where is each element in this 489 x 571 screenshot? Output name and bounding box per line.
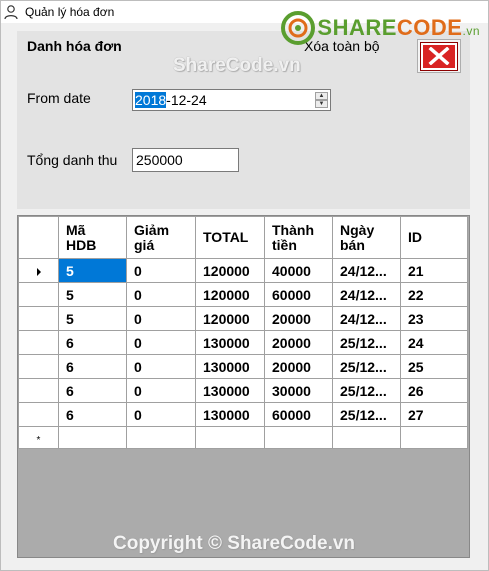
row-header[interactable] [18, 282, 59, 307]
invoice-grid[interactable]: Mã HDB Giảm giá TOTAL Thành tiền Ngày bán ID… [17, 215, 470, 558]
row-header[interactable] [18, 330, 59, 355]
spin-up-icon[interactable]: ▲ [315, 92, 328, 100]
col-header-ma-hdb[interactable]: Mã HDB [58, 216, 127, 259]
table-row[interactable]: 6 0 130000 30000 25/12... 26 [18, 378, 468, 403]
table-cell[interactable]: 120000 [195, 258, 265, 283]
table-cell[interactable]: 0 [126, 258, 196, 283]
row-header-corner [18, 216, 59, 259]
table-cell[interactable]: 130000 [195, 354, 265, 379]
table-cell[interactable]: 0 [126, 402, 196, 427]
copyright-watermark: Copyright © ShareCode.vn [113, 533, 356, 554]
col-header-thanh-tien[interactable]: Thành tiền [264, 216, 333, 259]
col-header-giam-gia[interactable]: Giảm giá [126, 216, 196, 259]
table-cell[interactable]: 27 [400, 402, 468, 427]
user-icon [4, 5, 18, 20]
table-cell[interactable]: 25/12... [332, 378, 401, 403]
table-cell[interactable]: 22 [400, 282, 468, 307]
table-cell[interactable]: 24/12... [332, 306, 401, 331]
table-cell[interactable] [264, 426, 333, 449]
table-cell[interactable]: 24/12... [332, 282, 401, 307]
row-header[interactable] [18, 306, 59, 331]
table-cell[interactable]: 26 [400, 378, 468, 403]
date-spinner[interactable]: ▲ ▼ [315, 92, 328, 108]
table-cell[interactable]: 25/12... [332, 402, 401, 427]
table-row[interactable]: 5 0 120000 20000 24/12... 23 [18, 306, 468, 331]
table-cell[interactable]: 25 [400, 354, 468, 379]
table-cell[interactable]: 24 [400, 330, 468, 355]
table-cell[interactable]: 130000 [195, 402, 265, 427]
table-row[interactable]: 6 0 130000 20000 25/12... 24 [18, 330, 468, 355]
table-cell[interactable]: 23 [400, 306, 468, 331]
table-cell[interactable]: 5 [58, 306, 127, 331]
table-cell[interactable]: 0 [126, 354, 196, 379]
table-cell[interactable]: 25/12... [332, 354, 401, 379]
table-cell[interactable]: 60000 [264, 402, 333, 427]
new-row-header[interactable]: * [18, 426, 59, 449]
total-revenue-label: Tổng danh thu [27, 152, 118, 168]
table-cell[interactable] [332, 426, 401, 449]
table-row[interactable]: 5 0 120000 40000 24/12... 21 [18, 258, 468, 283]
row-header[interactable] [18, 258, 59, 283]
table-cell[interactable] [58, 426, 127, 449]
from-date-value: 2018-12-24 [135, 92, 207, 108]
table-cell[interactable]: 6 [58, 330, 127, 355]
table-cell[interactable]: 25/12... [332, 330, 401, 355]
spin-down-icon[interactable]: ▼ [315, 100, 328, 108]
from-date-picker[interactable]: 2018-12-24 ▲ ▼ [132, 89, 331, 111]
row-header[interactable] [18, 378, 59, 403]
main-window: Quản lý hóa đơn Danh hóa đơn Xóa toàn bộ… [0, 0, 489, 571]
from-date-rest: -12-24 [166, 92, 207, 108]
table-cell[interactable] [195, 426, 265, 449]
table-cell[interactable]: 130000 [195, 330, 265, 355]
table-cell[interactable]: 21 [400, 258, 468, 283]
col-header-total[interactable]: TOTAL [195, 216, 265, 259]
col-header-id[interactable]: ID [400, 216, 468, 259]
table-cell[interactable]: 130000 [195, 378, 265, 403]
table-cell[interactable]: 0 [126, 330, 196, 355]
total-revenue-field[interactable]: 250000 [132, 148, 239, 172]
table-cell[interactable]: 5 [58, 258, 127, 283]
from-date-label: From date [27, 90, 91, 106]
table-cell[interactable] [400, 426, 468, 449]
new-row[interactable]: * [18, 426, 468, 449]
table-cell[interactable]: 0 [126, 282, 196, 307]
window-title: Quản lý hóa đơn [25, 5, 115, 19]
table-cell[interactable]: 5 [58, 282, 127, 307]
table-row[interactable]: 6 0 130000 20000 25/12... 25 [18, 354, 468, 379]
grid-header-row: Mã HDB Giảm giá TOTAL Thành tiền Ngày bán ID [18, 216, 468, 259]
table-cell[interactable]: 20000 [264, 306, 333, 331]
table-cell[interactable]: 6 [58, 378, 127, 403]
from-date-year: 2018 [135, 92, 167, 108]
invoice-table: Mã HDB Giảm giá TOTAL Thành tiền Ngày bán ID… [18, 216, 468, 449]
new-row-marker: * [36, 434, 41, 446]
table-cell[interactable]: 0 [126, 306, 196, 331]
close-x-icon [420, 41, 458, 71]
sharecode-logo: SHARECODE.vn [281, 11, 480, 45]
table-cell[interactable]: 20000 [264, 354, 333, 379]
logo-text: SHARECODE.vn [317, 15, 480, 40]
col-header-ngay-ban[interactable]: Ngày bán [332, 216, 401, 259]
grid-body: 5 0 120000 40000 24/12... 21 5 0 120000 60000 24/1… [18, 258, 468, 449]
table-cell[interactable]: 60000 [264, 282, 333, 307]
table-cell[interactable]: 120000 [195, 306, 265, 331]
table-cell[interactable]: 120000 [195, 282, 265, 307]
watermark-text: ShareCode.vn [173, 55, 301, 76]
table-cell[interactable]: 30000 [264, 378, 333, 403]
page-heading: Danh hóa đơn [27, 38, 122, 54]
row-header[interactable] [18, 354, 59, 379]
row-header[interactable] [18, 402, 59, 427]
row-pointer-icon [36, 267, 41, 276]
table-cell[interactable]: 20000 [264, 330, 333, 355]
table-row[interactable]: 6 0 130000 60000 25/12... 27 [18, 402, 468, 427]
table-cell[interactable]: 40000 [264, 258, 333, 283]
table-cell[interactable]: 0 [126, 378, 196, 403]
table-row[interactable]: 5 0 120000 60000 24/12... 22 [18, 282, 468, 307]
logo-icon [281, 11, 316, 45]
table-cell[interactable] [126, 426, 196, 449]
table-cell[interactable]: 24/12... [332, 258, 401, 283]
table-cell[interactable]: 6 [58, 354, 127, 379]
table-cell[interactable]: 6 [58, 402, 127, 427]
